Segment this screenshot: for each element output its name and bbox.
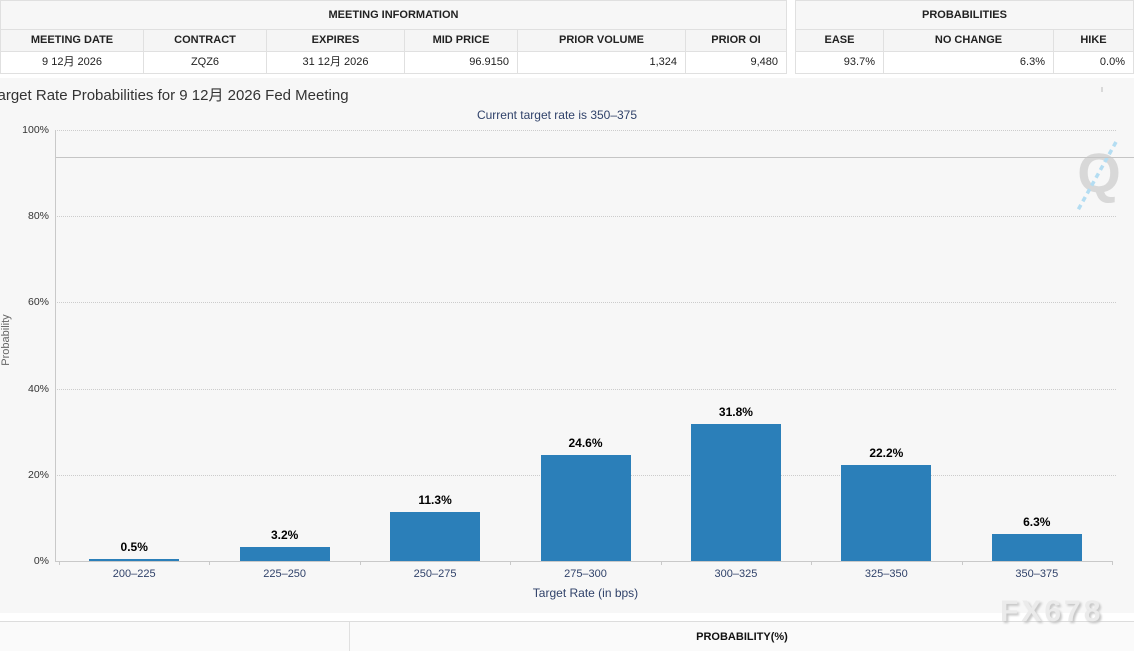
meeting-information-title: MEETING INFORMATION [1, 1, 786, 30]
meeting-information-table: MEETING INFORMATION MEETING DATE CONTRAC… [0, 0, 787, 74]
probability-bar[interactable] [541, 455, 631, 561]
hike-value: 0.0% [1054, 52, 1133, 73]
x-axis-line [55, 561, 1112, 562]
probability-bar[interactable] [89, 559, 179, 561]
x-axis-category-label: 300–325 [676, 568, 796, 580]
x-axis-category-label: 350–375 [977, 568, 1097, 580]
no-change-value: 6.3% [884, 52, 1054, 73]
footer-table-header: PROBABILITY(%) [0, 621, 1134, 651]
fx678-watermark: FX678 [1000, 595, 1103, 629]
y-axis-tick-label: 100% [0, 124, 49, 136]
probabilities-table: PROBABILITIES EASE NO CHANGE HIKE 93.7% … [795, 0, 1134, 74]
bar-data-label: 31.8% [691, 405, 781, 419]
col-expires: EXPIRES [267, 30, 405, 51]
y-axis-line [55, 130, 56, 561]
col-prior-volume: PRIOR VOLUME [518, 30, 686, 51]
x-axis-tick [811, 561, 812, 565]
bar-data-label: 24.6% [541, 436, 631, 450]
reference-line [55, 157, 1134, 158]
col-meeting-date: MEETING DATE [1, 30, 144, 51]
meeting-date-value: 9 12月 2026 [1, 52, 144, 73]
x-axis-tick [962, 561, 963, 565]
y-axis-tick-label: 40% [0, 383, 49, 395]
x-axis-tick [209, 561, 210, 565]
footer-empty-cell [0, 622, 350, 651]
chart-title: Target Rate Probabilities for 9 12月 2026… [0, 84, 349, 105]
x-axis-tick [59, 561, 60, 565]
y-axis-tick-label: 60% [0, 296, 49, 308]
x-axis-category-label: 250–275 [375, 568, 495, 580]
y-axis-title: Probability [0, 302, 14, 378]
mid-price-value: 96.9150 [405, 52, 518, 73]
col-mid-price: MID PRICE [405, 30, 518, 51]
quikstrike-watermark: Q [1066, 140, 1128, 217]
y-gridline [55, 216, 1116, 217]
bar-data-label: 0.5% [89, 540, 179, 554]
bar-data-label: 6.3% [992, 515, 1082, 529]
y-axis-tick-label: 80% [0, 210, 49, 222]
y-gridline [55, 389, 1116, 390]
chart-subtitle: Current target rate is 350–375 [0, 108, 1114, 122]
x-axis-tick [360, 561, 361, 565]
col-contract: CONTRACT [144, 30, 267, 51]
bar-data-label: 22.2% [841, 446, 931, 460]
x-axis-category-label: 275–300 [526, 568, 646, 580]
col-hike: HIKE [1054, 30, 1133, 51]
y-axis-tick-label: 20% [0, 469, 49, 481]
bar-data-label: 3.2% [240, 528, 330, 542]
probability-bar[interactable] [992, 534, 1082, 561]
x-axis-title: Target Rate (in bps) [486, 586, 686, 600]
y-gridline [55, 302, 1116, 303]
bar-data-label: 11.3% [390, 493, 480, 507]
x-axis-tick [661, 561, 662, 565]
probabilities-title: PROBABILITIES [796, 1, 1133, 30]
prior-volume-value: 1,324 [518, 52, 686, 73]
probability-bar[interactable] [841, 465, 931, 561]
probability-bar[interactable] [691, 424, 781, 561]
ease-value: 93.7% [796, 52, 884, 73]
x-axis-category-label: 325–350 [826, 568, 946, 580]
x-axis-tick [510, 561, 511, 565]
expires-value: 31 12月 2026 [267, 52, 405, 73]
x-axis-category-label: 200–225 [74, 568, 194, 580]
contract-value: ZQZ6 [144, 52, 267, 73]
y-axis-tick-label: 0% [0, 555, 49, 567]
x-axis-category-label: 225–250 [225, 568, 345, 580]
col-ease: EASE [796, 30, 884, 51]
col-prior-oi: PRIOR OI [686, 30, 786, 51]
target-rate-probability-chart: Target Rate Probabilities for 9 12月 2026… [0, 78, 1134, 613]
prior-oi-value: 9,480 [686, 52, 786, 73]
x-axis-tick [1112, 561, 1113, 565]
probability-bar[interactable] [390, 512, 480, 561]
col-no-change: NO CHANGE [884, 30, 1054, 51]
svg-text:Q: Q [1077, 141, 1121, 204]
y-gridline [55, 130, 1116, 131]
probability-bar[interactable] [240, 547, 330, 561]
